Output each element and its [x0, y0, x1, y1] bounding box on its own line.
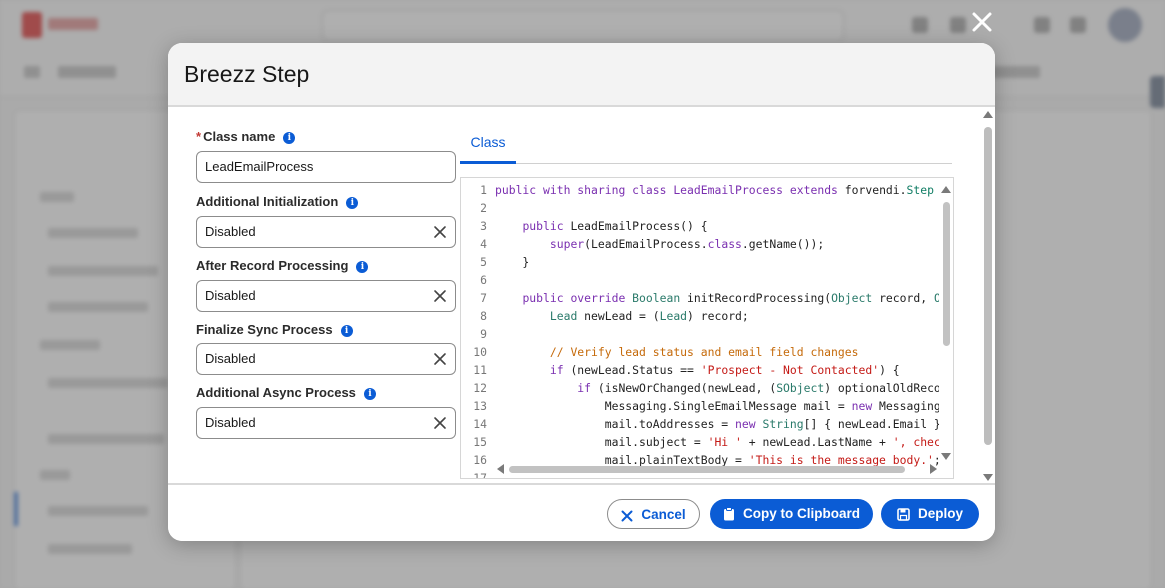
copy-to-clipboard-button[interactable]: Copy to Clipboard — [710, 499, 873, 529]
modal-footer: Cancel Copy to Clipboard Deploy — [168, 483, 995, 541]
line-number: 8 — [480, 309, 487, 323]
clear-icon[interactable] — [433, 416, 447, 430]
finalize-sync-process-value: Disabled — [205, 351, 256, 366]
line-number: 3 — [480, 219, 487, 233]
scroll-up-icon[interactable] — [983, 111, 993, 118]
tab-class[interactable]: Class — [460, 127, 516, 164]
code-line: 3 public LeadEmailProcess() { — [461, 217, 939, 235]
class-name-input[interactable]: LeadEmailProcess — [196, 151, 456, 183]
deploy-button[interactable]: Deploy — [881, 499, 979, 529]
code-line: 9 — [461, 325, 939, 343]
scroll-left-icon[interactable] — [497, 464, 504, 474]
deploy-button-label: Deploy — [917, 506, 963, 521]
additional-async-process-select[interactable]: Disabled — [196, 407, 456, 439]
code-line: 13 Messaging.SingleEmailMessage mail = n… — [461, 397, 939, 415]
info-icon[interactable]: i — [356, 261, 369, 273]
code-line: 1 public with sharing class LeadEmailProc… — [461, 181, 939, 199]
line-number: 17 — [473, 471, 487, 479]
line-number: 15 — [473, 435, 487, 449]
code-line: 5 } — [461, 253, 939, 271]
modal-body: * Class name i LeadEmailProcess Additional… — [168, 107, 995, 483]
save-icon — [897, 508, 910, 521]
code-line: 12 if (isNewOrChanged(newLead, (SObject)… — [461, 379, 939, 397]
after-record-processing-select[interactable]: Disabled — [196, 280, 456, 312]
line-number: 5 — [480, 255, 487, 269]
finalize-sync-process-select[interactable]: Disabled — [196, 343, 456, 375]
clipboard-icon — [724, 507, 734, 521]
additional-initialization-label-text: Additional Initialization — [196, 194, 339, 209]
modal-scrollbar[interactable] — [983, 111, 993, 481]
additional-async-process-value: Disabled — [205, 415, 256, 430]
code-vertical-scroll-thumb[interactable] — [943, 202, 950, 346]
after-record-processing-label-text: After Record Processing — [196, 258, 349, 273]
line-number: 12 — [473, 381, 487, 395]
line-number: 1 — [480, 183, 487, 197]
line-number: 16 — [473, 453, 487, 467]
line-number: 2 — [480, 201, 487, 215]
class-name-label: * Class name i — [196, 129, 296, 144]
code-line: 8 Lead newLead = (Lead) record; — [461, 307, 939, 325]
code-vertical-scrollbar[interactable] — [941, 186, 951, 460]
finalize-sync-process-label: Finalize Sync Process i — [196, 322, 353, 337]
after-record-processing-label: After Record Processing i — [196, 258, 369, 273]
additional-async-process-label-text: Additional Async Process — [196, 385, 356, 400]
code-line: 7 public override Boolean initRecordProc… — [461, 289, 939, 307]
additional-async-process-label: Additional Async Process i — [196, 385, 376, 400]
additional-initialization-label: Additional Initialization i — [196, 194, 359, 209]
breezz-step-modal: Breezz Step * Class name i LeadEmailProces… — [168, 43, 995, 541]
scroll-down-icon[interactable] — [983, 474, 993, 481]
modal-scroll-thumb[interactable] — [984, 127, 992, 445]
line-number: 9 — [480, 327, 487, 341]
class-name-value: LeadEmailProcess — [205, 159, 314, 174]
line-number: 13 — [473, 399, 487, 413]
scroll-down-icon[interactable] — [941, 453, 951, 460]
required-marker: * — [196, 129, 202, 144]
code-line: 11 if (newLead.Status == 'Prospect - Not… — [461, 361, 939, 379]
line-number: 11 — [473, 363, 487, 377]
info-icon[interactable]: i — [363, 388, 376, 400]
clear-icon[interactable] — [433, 352, 447, 366]
code-editor[interactable]: 1 public with sharing class LeadEmailProc… — [460, 177, 954, 479]
scroll-up-icon[interactable] — [941, 186, 951, 193]
code-line: 4 super(LeadEmailProcess.class.getName()… — [461, 235, 939, 253]
close-icon[interactable] — [966, 6, 998, 38]
finalize-sync-process-label-text: Finalize Sync Process — [196, 322, 333, 337]
line-number: 10 — [473, 345, 487, 359]
copy-to-clipboard-label: Copy to Clipboard — [743, 506, 860, 521]
code-line: 2 — [461, 199, 939, 217]
info-icon[interactable]: i — [283, 132, 296, 144]
clear-icon[interactable] — [433, 225, 447, 239]
code-tab-bar: Class — [460, 127, 952, 164]
code-line: 15 mail.subject = 'Hi ' + newLead.LastNa… — [461, 433, 939, 451]
code-line: 14 mail.toAddresses = new String[] { new… — [461, 415, 939, 433]
additional-initialization-value: Disabled — [205, 224, 256, 239]
scroll-right-icon[interactable] — [930, 464, 937, 474]
line-number: 7 — [480, 291, 487, 305]
after-record-processing-value: Disabled — [205, 288, 256, 303]
clear-icon[interactable] — [433, 289, 447, 303]
line-number: 14 — [473, 417, 487, 431]
code-horizontal-scrollbar[interactable] — [497, 464, 937, 474]
info-icon[interactable]: i — [340, 325, 353, 337]
cancel-button[interactable]: Cancel — [607, 499, 700, 529]
info-icon[interactable]: i — [346, 197, 359, 209]
additional-initialization-select[interactable]: Disabled — [196, 216, 456, 248]
line-number: 6 — [480, 273, 487, 287]
code-horizontal-scroll-thumb[interactable] — [509, 466, 905, 473]
code-line: 10 // Verify lead status and email field… — [461, 343, 939, 361]
x-icon — [621, 510, 633, 522]
code-line: 6 — [461, 271, 939, 289]
line-number: 4 — [480, 237, 487, 251]
class-name-label-text: Class name — [203, 129, 276, 144]
modal-title: Breezz Step — [184, 61, 310, 87]
modal-header: Breezz Step — [168, 43, 995, 107]
cancel-button-label: Cancel — [641, 507, 686, 522]
